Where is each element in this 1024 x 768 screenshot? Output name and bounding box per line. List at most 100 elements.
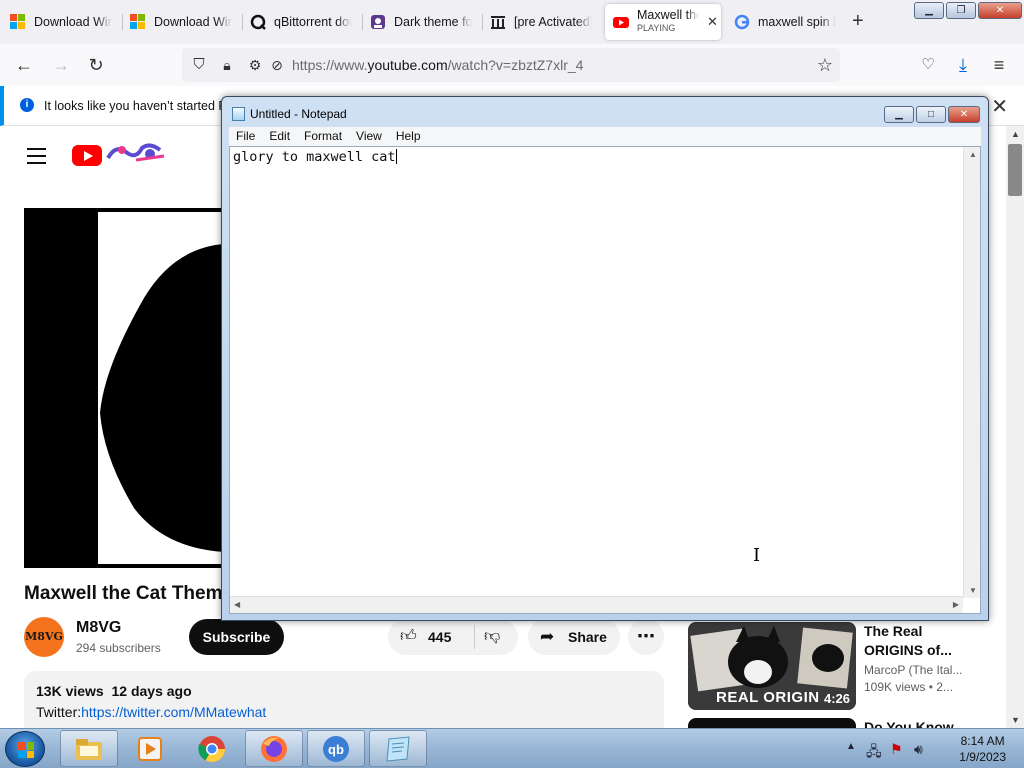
start-button[interactable]	[5, 731, 45, 767]
scroll-up-arrow-icon[interactable]: ▲	[1011, 129, 1020, 139]
description-box[interactable]: 13K views 12 days ago Twitter:https://tw…	[24, 671, 664, 728]
like-count[interactable]: 445	[428, 629, 451, 645]
scrollbar-thumb[interactable]	[1008, 144, 1022, 196]
system-clock[interactable]: 8:14 AM 1/9/2023	[959, 733, 1006, 765]
minimize-icon[interactable]: ▁	[914, 2, 944, 19]
tab-download-windows-10[interactable]: Download Windows 10	[2, 4, 120, 40]
horizontal-scrollbar[interactable]: ◀ ▶	[230, 596, 963, 613]
qbittorrent-icon	[250, 14, 266, 30]
notification-text: It looks like you haven’t started Fi	[44, 99, 229, 113]
video-thumbnail[interactable]	[688, 718, 856, 728]
minimize-icon[interactable]: ▁	[884, 106, 914, 123]
new-tab-button[interactable]: +	[852, 10, 864, 32]
menu-file[interactable]: File	[229, 127, 262, 146]
permissions-icon[interactable]: ⚙	[244, 54, 266, 76]
notepad-text-area[interactable]: glory to maxwell cat ▲ ▼ ◀ ▶	[229, 146, 981, 614]
vertical-scrollbar[interactable]: ▲ ▼	[963, 147, 980, 598]
more-actions-icon[interactable]: ⋯	[628, 619, 664, 655]
show-hidden-icons-icon[interactable]: ▲	[846, 741, 856, 752]
taskbar-qbittorrent[interactable]: qb	[307, 730, 365, 767]
video-frame	[98, 212, 224, 564]
menu-format[interactable]: Format	[297, 127, 349, 146]
like-thumb-icon[interactable]: 👍︎	[400, 627, 417, 646]
channel-avatar[interactable]: M8VG	[24, 617, 64, 657]
close-window-icon[interactable]: ✕	[948, 106, 980, 123]
browser-tab-strip: Download Windows 10 Download Windows 11 …	[0, 0, 1024, 44]
recommended-video[interactable]: REAL ORIGIN 4:26 The Real ORIGINS of... …	[688, 622, 1018, 714]
notepad-content[interactable]: glory to maxwell cat	[233, 149, 397, 165]
taskbar-notepad[interactable]	[369, 730, 427, 767]
twitter-link[interactable]: https://twitter.com/MMatewhat	[81, 704, 266, 720]
recommended-video[interactable]: Do You Know	[688, 718, 1018, 728]
taskbar-firefox[interactable]	[245, 730, 303, 767]
recommendation-title[interactable]: Do You Know	[864, 718, 974, 728]
close-icon[interactable]: ✕	[991, 94, 1008, 119]
restore-icon[interactable]: ❐	[946, 2, 976, 19]
menu-help[interactable]: Help	[389, 127, 428, 146]
taskbar-chrome[interactable]	[183, 730, 241, 767]
tab-dark-theme[interactable]: Dark theme for Firefox	[362, 4, 480, 40]
recommendation-meta: 109K views • 2...	[864, 680, 953, 694]
close-tab-icon[interactable]: ✕	[707, 14, 718, 30]
taskbar-explorer[interactable]	[60, 730, 118, 767]
recommendation-title[interactable]: The Real ORIGINS of...	[864, 622, 974, 660]
volume-icon[interactable]: 🔊︎	[914, 741, 923, 758]
share-arrow-icon: ➦	[540, 627, 555, 646]
scroll-down-arrow-icon[interactable]: ▼	[969, 586, 977, 595]
reload-icon[interactable]: ↻	[85, 54, 107, 76]
autoplay-blocked-icon[interactable]: ⊘	[266, 54, 288, 76]
channel-name[interactable]: M8VG	[76, 619, 121, 637]
close-window-icon[interactable]: ✕	[978, 2, 1022, 19]
maximize-icon[interactable]: □	[916, 106, 946, 123]
tab-label: qBittorrent download	[274, 15, 352, 29]
url-path: /watch?v=zbztZ7xlr_4	[447, 57, 584, 73]
taskbar-media-player[interactable]	[121, 730, 179, 767]
pocket-icon[interactable]: ♡	[917, 54, 939, 76]
video-player[interactable]	[24, 208, 224, 568]
folder-icon	[76, 738, 102, 760]
tab-google-search[interactable]: maxwell spin b	[726, 4, 844, 40]
youtube-doodle-icon[interactable]	[106, 140, 166, 166]
back-arrow-icon[interactable]: ←	[13, 54, 35, 76]
forward-arrow-icon[interactable]: →	[50, 54, 72, 76]
url-prefix: https://www.	[292, 57, 368, 73]
taskbar: qb ▲ 🖧︎ ⚑ 🔊︎ 8:14 AM 1/9/2023	[0, 728, 1024, 768]
tab-download-windows-11[interactable]: Download Windows 11	[122, 4, 240, 40]
shield-icon[interactable]: ⛉	[188, 54, 210, 76]
tab-label: Maxwell the Cat Theme	[637, 9, 699, 22]
notepad-title: Untitled - Notepad	[250, 107, 347, 121]
notepad-window-controls: ▁ □ ✕	[884, 106, 980, 123]
youtube-menu-icon[interactable]	[27, 148, 46, 169]
like-dislike-group: 👍︎ 445 👎︎	[388, 619, 518, 655]
bookmark-star-icon[interactable]: ☆	[814, 54, 836, 76]
scroll-up-arrow-icon[interactable]: ▲	[969, 150, 977, 159]
action-center-icon[interactable]: ⚑	[890, 741, 903, 758]
scroll-right-arrow-icon[interactable]: ▶	[953, 600, 959, 609]
menu-hamburger-icon[interactable]: ≡	[988, 54, 1010, 76]
menu-view[interactable]: View	[349, 127, 389, 146]
share-button[interactable]: ➦ Share	[528, 619, 620, 655]
url-bar[interactable]: ⛉ 🔒︎ ⚙ ⊘ https://www.youtube.com/watch?v…	[182, 48, 840, 82]
firefox-icon	[261, 735, 287, 762]
notepad-titlebar[interactable]: Untitled - Notepad	[232, 107, 347, 121]
dislike-thumb-icon[interactable]: 👎︎	[484, 627, 500, 646]
tab-qbittorrent[interactable]: qBittorrent download	[242, 4, 360, 40]
description-prefix: Twitter:	[36, 704, 82, 720]
recommendation-channel[interactable]: MarcoP (The Ital...	[864, 663, 962, 677]
page-scrollbar[interactable]: ▲ ▼	[1006, 126, 1024, 728]
video-thumbnail[interactable]: REAL ORIGIN 4:26	[688, 622, 856, 710]
subscribe-button[interactable]: Subscribe	[189, 619, 284, 655]
lock-icon[interactable]: 🔒︎	[216, 54, 238, 76]
archive-icon	[490, 14, 506, 30]
scroll-left-arrow-icon[interactable]: ◀	[234, 600, 240, 609]
notepad-window[interactable]: Untitled - Notepad ▁ □ ✕ File Edit Forma…	[221, 96, 989, 621]
scroll-down-arrow-icon[interactable]: ▼	[1011, 715, 1020, 725]
menu-edit[interactable]: Edit	[262, 127, 297, 146]
addon-icon	[370, 14, 386, 30]
downloads-icon[interactable]: ⤓	[952, 54, 974, 76]
video-duration: 4:26	[823, 691, 850, 706]
youtube-logo-icon[interactable]	[72, 145, 102, 166]
network-icon[interactable]: 🖧︎	[866, 741, 882, 765]
tab-pre-activated[interactable]: [pre Activated]	[482, 4, 600, 40]
tab-maxwell-youtube[interactable]: Maxwell the Cat Theme PLAYING ✕	[605, 4, 721, 40]
